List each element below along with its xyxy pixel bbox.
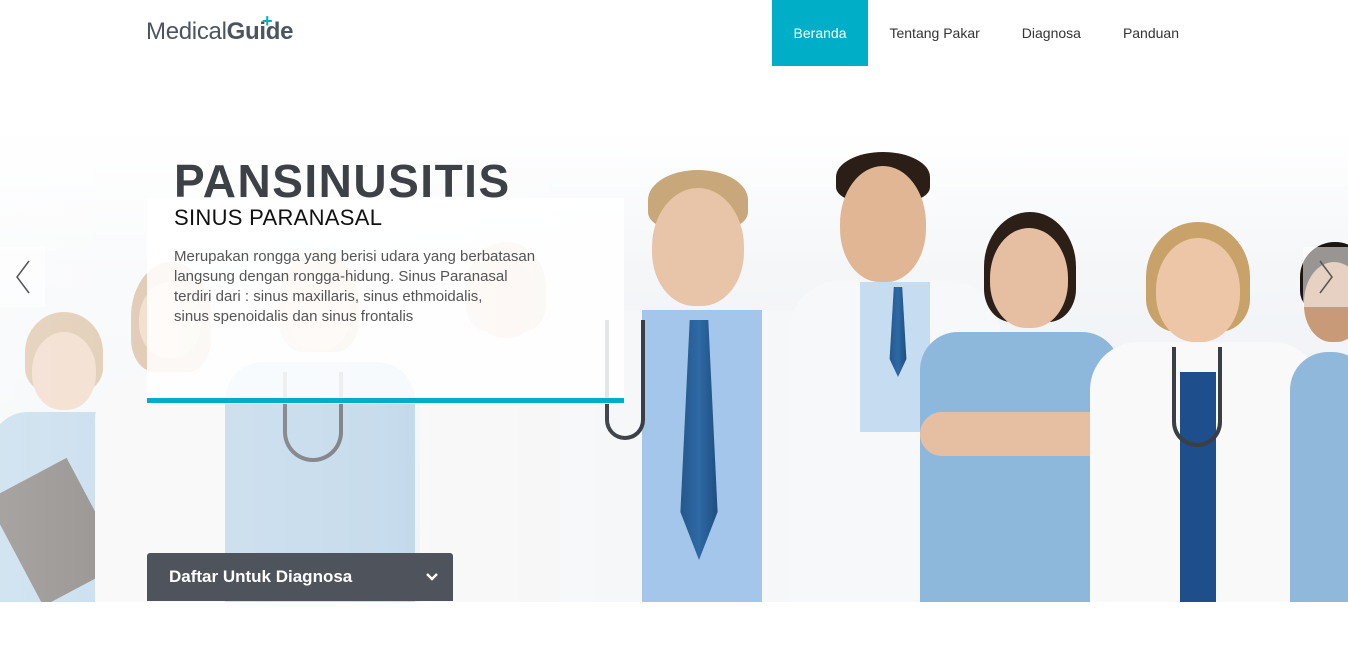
chevron-left-icon — [15, 260, 30, 294]
hero-description-line: sinus spenoidalis dan sinus frontalis — [174, 308, 414, 325]
nav-item-diagnosa[interactable]: Diagnosa — [1001, 0, 1102, 66]
caption-accent-bar — [147, 398, 624, 403]
main-nav: Beranda Tentang Pakar Diagnosa Panduan — [771, 0, 1200, 66]
hero-description: Merupakan rongga yang berisi udara yang … — [174, 247, 574, 327]
brand-logo-bold: Guide — [226, 18, 294, 45]
chevron-down-icon — [426, 573, 438, 581]
hero-description-line: Merupakan rongga yang berisi udara yang … — [174, 248, 536, 265]
nav-item-tentang-pakar[interactable]: Tentang Pakar — [868, 0, 1000, 66]
brand-logo[interactable]: Medical Guide + — [146, 12, 294, 50]
hero-title: PANSINUSITIS — [174, 155, 511, 207]
nav-item-beranda[interactable]: Beranda — [771, 0, 869, 66]
brand-logo-light: Medical — [146, 18, 227, 45]
register-diagnosis-button[interactable]: Daftar Untuk Diagnosa — [147, 553, 453, 601]
site-header: Medical Guide + Beranda Tentang Pakar Di… — [0, 0, 1348, 66]
register-diagnosis-label: Daftar Untuk Diagnosa — [169, 567, 353, 586]
plus-icon: + — [262, 11, 273, 31]
slider-prev-button[interactable] — [0, 247, 45, 307]
nav-item-panduan[interactable]: Panduan — [1102, 0, 1200, 66]
chevron-right-icon — [1318, 260, 1333, 294]
hero-subtitle: SINUS PARANASAL — [174, 205, 383, 230]
hero-description-line: langsung dengan rongga-hidung. Sinus Par… — [174, 268, 508, 285]
hero-description-line: terdiri dari : sinus maxillaris, sinus e… — [174, 288, 483, 305]
slider-next-button[interactable] — [1303, 247, 1348, 307]
